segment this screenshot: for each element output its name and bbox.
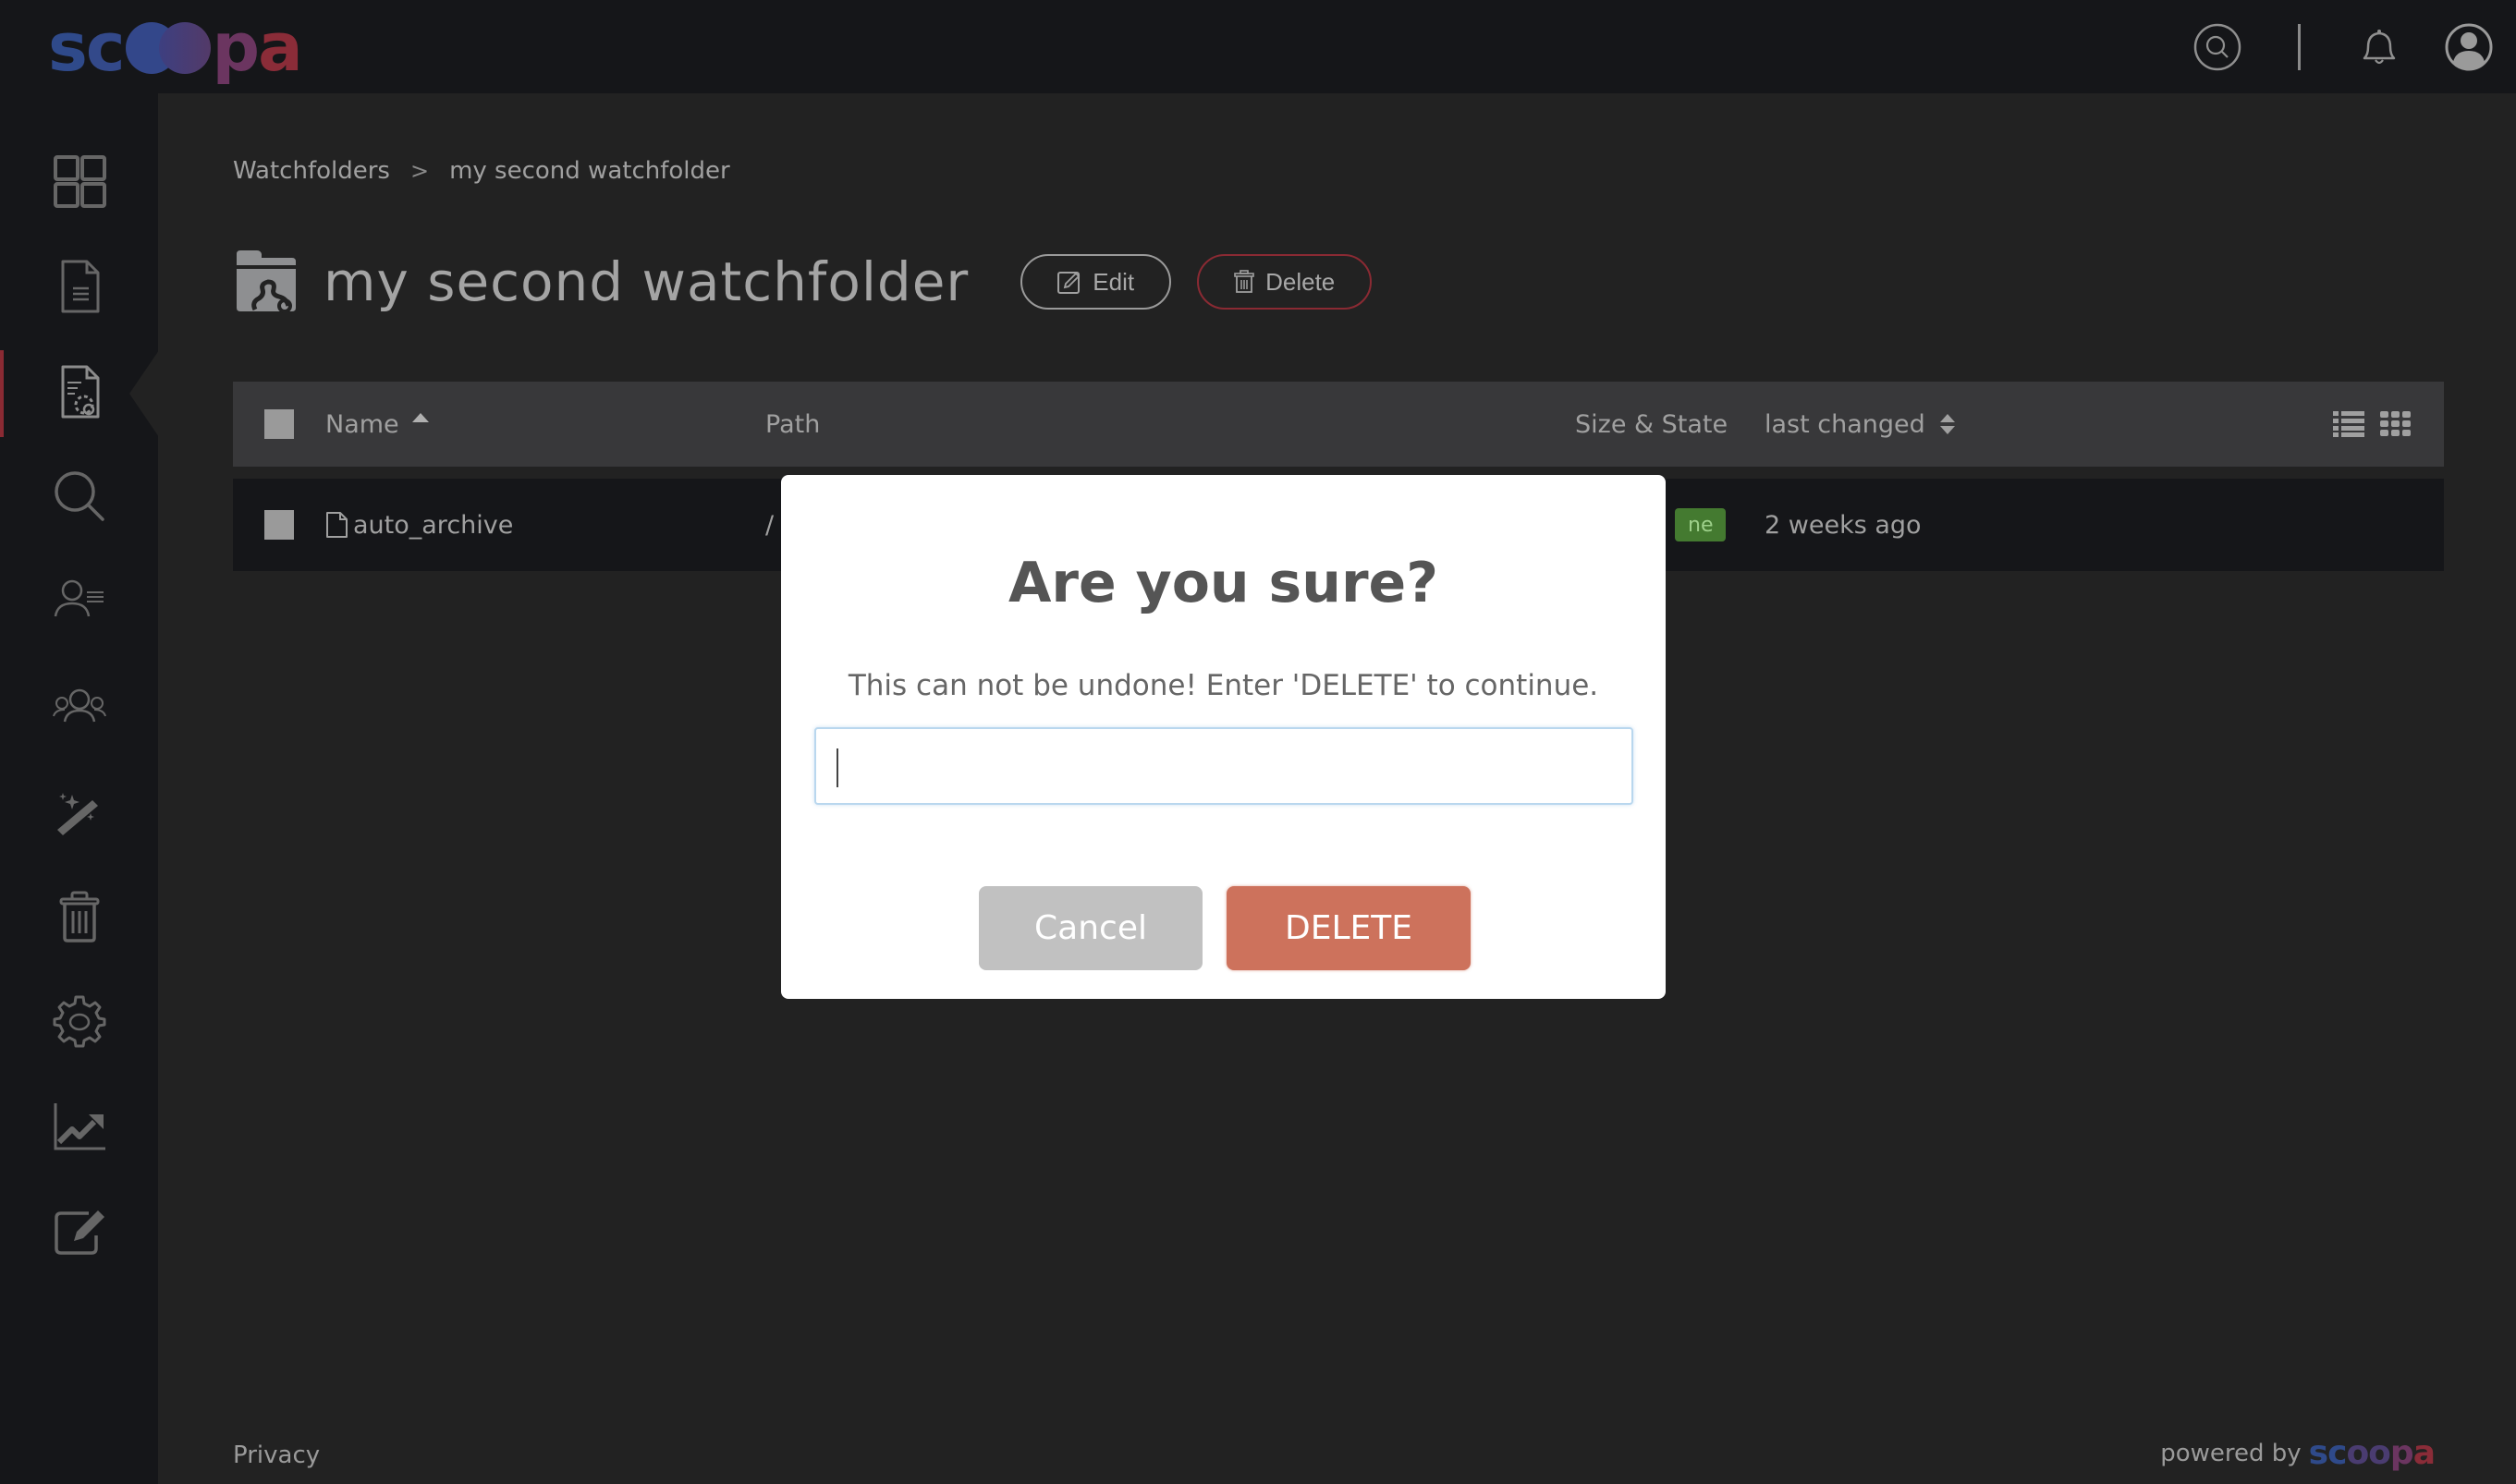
notifications-button[interactable] (2355, 23, 2403, 71)
user-list-icon (54, 579, 104, 617)
table-header: Name Path Size & State last changed (233, 382, 2444, 467)
select-all-checkbox[interactable] (264, 409, 294, 439)
sidebar-item-search[interactable] (0, 450, 158, 542)
column-header-last-changed[interactable]: last changed (1765, 382, 1955, 467)
text-cursor (837, 748, 838, 787)
sidebar-item-edit[interactable] (0, 1184, 158, 1276)
breadcrumb-current: my second watchfolder (449, 157, 730, 185)
header-divider (2298, 24, 2301, 70)
state-badge: ne (1675, 508, 1727, 541)
search-icon (2193, 23, 2241, 71)
breadcrumb: Watchfolders > my second watchfolder (233, 157, 730, 185)
document-gear-icon (61, 365, 99, 419)
sort-icon (1939, 414, 1955, 434)
sidebar-item-watchfolders[interactable] (0, 346, 158, 438)
row-path: / (765, 510, 775, 540)
breadcrumb-watchfolders[interactable]: Watchfolders (233, 157, 390, 185)
column-name-label: Name (325, 409, 399, 439)
document-icon (61, 260, 99, 313)
dialog-message: This can not be undone! Enter 'DELETE' t… (848, 669, 1599, 702)
page-title: my second watchfolder (324, 250, 970, 313)
top-bar: sc pa (0, 0, 2516, 93)
magic-wand-icon (56, 793, 98, 835)
powered-by: powered by scoopa (2160, 1434, 2436, 1472)
header-search-button[interactable] (2193, 23, 2241, 71)
chart-icon (54, 1103, 105, 1150)
sidebar-item-groups[interactable] (0, 661, 158, 753)
column-header-name[interactable]: Name (325, 382, 429, 467)
user-avatar-icon (2445, 23, 2493, 71)
edit-button-label: Edit (1093, 267, 1135, 296)
delete-button[interactable]: Delete (1197, 254, 1373, 310)
delete-button-label: Delete (1265, 267, 1336, 296)
sidebar-item-documents[interactable] (0, 240, 158, 333)
grid-view-button[interactable] (2380, 382, 2412, 467)
sidebar-item-statistics[interactable] (0, 1079, 158, 1172)
column-header-path[interactable]: Path (765, 382, 820, 467)
grid-icon (53, 155, 106, 208)
trash-icon (1234, 270, 1254, 293)
edit-icon (1057, 272, 1081, 294)
gear-icon (53, 995, 105, 1048)
cancel-button[interactable]: Cancel (979, 886, 1203, 970)
edit-button[interactable]: Edit (1020, 254, 1172, 310)
row-last-changed: 2 weeks ago (1765, 510, 1922, 540)
sidebar-item-dashboard[interactable] (0, 135, 158, 227)
powered-by-label: powered by (2160, 1439, 2302, 1467)
confirm-delete-button[interactable]: DELETE (1227, 886, 1471, 970)
confirm-delete-dialog: Are you sure? This can not be undone! En… (781, 475, 1666, 999)
column-size-state-label: Size & State (1575, 409, 1728, 439)
footer-scoopa-logo[interactable]: scoopa (2309, 1434, 2436, 1472)
column-path-label: Path (765, 409, 821, 439)
column-header-size-state[interactable]: Size & State (1575, 382, 1728, 467)
logo-wordmark: sc pa (48, 8, 303, 86)
confirm-delete-input[interactable] (814, 727, 1633, 805)
sidebar-item-user-list[interactable] (0, 555, 158, 648)
sidebar-item-magic[interactable] (0, 765, 158, 858)
list-view-button[interactable] (2333, 382, 2364, 467)
bell-icon (2363, 30, 2396, 65)
scoopa-logo[interactable]: sc pa (48, 8, 303, 86)
file-icon (326, 512, 348, 538)
edit-icon (54, 1210, 104, 1255)
row-checkbox[interactable] (264, 510, 294, 540)
breadcrumb-separator: > (409, 158, 430, 184)
folder-gear-icon (237, 250, 296, 313)
privacy-link[interactable]: Privacy (233, 1441, 320, 1469)
sidebar-item-settings[interactable] (0, 975, 158, 1067)
sort-ascending-icon (411, 413, 429, 422)
users-group-icon (52, 688, 106, 723)
grid-view-icon (2380, 411, 2411, 436)
dialog-title: Are you sure? (1008, 551, 1439, 615)
sidebar-item-trash[interactable] (0, 870, 158, 962)
sidebar (0, 93, 159, 1484)
search-icon (54, 471, 104, 521)
trash-icon (59, 891, 99, 943)
column-last-changed-label: last changed (1765, 409, 1925, 439)
row-name[interactable]: auto_archive (353, 511, 513, 540)
list-view-icon (2333, 411, 2364, 437)
user-menu-button[interactable] (2445, 23, 2493, 71)
page-header: my second watchfolder Edit Delete (233, 245, 1373, 319)
